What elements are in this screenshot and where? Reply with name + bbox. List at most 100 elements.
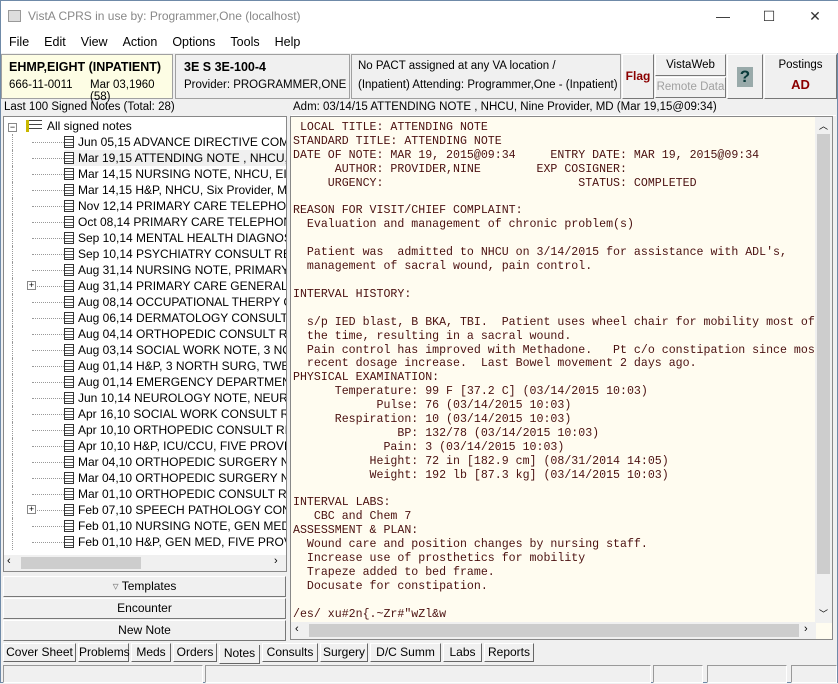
menu-help[interactable]: Help <box>267 31 308 49</box>
minimize-button[interactable]: — <box>700 1 746 31</box>
note-title: Sep 10,14 PSYCHIATRY CONSULT REPO <box>78 247 287 261</box>
note-title: Apr 10,10 ORTHOPEDIC CONSULT REPO <box>78 423 287 437</box>
expand-icon[interactable]: + <box>27 281 36 290</box>
notes-tree[interactable]: − All signed notes Jun 05,15 ADVANCE DIR… <box>3 116 287 572</box>
encounter-button[interactable]: Encounter <box>3 598 286 619</box>
note-list-item[interactable]: Sep 10,14 PSYCHIATRY CONSULT REPO <box>4 246 287 262</box>
patient-ssn: 666-11-0011 <box>9 79 73 91</box>
tab-cover-sheet[interactable]: Cover Sheet <box>3 643 76 662</box>
note-title: Feb 07,10 SPEECH PATHOLOGY CONSU <box>78 503 287 517</box>
location-button[interactable]: 3E S 3E-100-4 Provider: PROGRAMMER,ONE <box>175 54 350 99</box>
note-list-item[interactable]: Aug 03,14 SOCIAL WORK NOTE, 3 NORT <box>4 342 287 358</box>
note-list-item[interactable]: Nov 12,14 PRIMARY CARE TELEPHONE <box>4 198 286 214</box>
note-list-item[interactable]: Feb 01,10 H&P, GEN MED, FIVE PROVID <box>4 534 286 550</box>
note-icon <box>64 152 74 164</box>
remote-data-button[interactable]: Remote Data <box>655 77 726 98</box>
note-text-area[interactable]: LOCAL TITLE: ATTENDING NOTE STANDARD TIT… <box>290 116 833 640</box>
menu-file[interactable]: File <box>1 31 36 49</box>
vistaweb-button[interactable]: VistaWeb <box>655 54 726 76</box>
postings-button[interactable]: Postings AD <box>764 54 837 99</box>
tab-consults[interactable]: Consults <box>262 643 318 662</box>
tab-reports[interactable]: Reports <box>484 643 534 662</box>
note-list-item[interactable]: Jun 10,14 NEUROLOGY NOTE, NEUROL <box>4 390 286 406</box>
folder-tree-icon <box>26 120 43 132</box>
title-bar: VistA CPRS in use by: Programmer,One (lo… <box>1 1 838 31</box>
note-vertical-scrollbar[interactable]: ︿ ﹀ <box>815 117 832 623</box>
status-panel <box>205 665 651 683</box>
note-title: Aug 31,14 PRIMARY CARE GENERAL NO <box>78 279 287 293</box>
note-list-item[interactable]: Feb 01,10 NURSING NOTE, GEN MED, E <box>4 518 287 534</box>
note-icon <box>64 216 74 228</box>
note-list-item[interactable]: Aug 04,14 ORTHOPEDIC CONSULT REP <box>4 326 286 342</box>
tab-surgery[interactable]: Surgery <box>320 643 368 662</box>
scroll-left-icon[interactable]: ‹ <box>7 555 11 567</box>
note-icon <box>64 472 74 484</box>
scroll-thumb[interactable] <box>21 557 141 569</box>
collapse-icon[interactable]: − <box>8 123 17 132</box>
note-list-item[interactable]: Aug 08,14 OCCUPATIONAL THERPY COI <box>4 294 287 310</box>
note-list-item[interactable]: Aug 31,14 NURSING NOTE, PRIMARY CA <box>4 262 286 278</box>
note-list-item[interactable]: Mar 04,10 ORTHOPEDIC SURGERY NOT <box>4 470 286 486</box>
menu-view[interactable]: View <box>73 31 115 49</box>
question-icon: ? <box>737 67 753 87</box>
tab-orders[interactable]: Orders <box>173 643 217 662</box>
note-list-item[interactable]: Jun 05,15 ADVANCE DIRECTIVE COMPL <box>4 134 286 150</box>
templates-button[interactable]: ▿ Templates <box>3 576 286 597</box>
tab-d-c-summ[interactable]: D/C Summ <box>370 643 441 662</box>
note-title: Feb 01,10 NURSING NOTE, GEN MED, E <box>78 519 287 533</box>
menu-edit[interactable]: Edit <box>36 31 73 49</box>
maximize-button[interactable]: ☐ <box>746 1 792 31</box>
templates-label: Templates <box>121 579 177 593</box>
scroll-down-icon[interactable]: ﹀ <box>819 607 828 620</box>
menu-options[interactable]: Options <box>164 31 222 49</box>
postings-label: Postings <box>778 59 823 71</box>
scroll-thumb[interactable] <box>817 134 830 574</box>
note-icon <box>64 136 74 148</box>
note-list-item[interactable]: Sep 10,14 MENTAL HEALTH DIAGNOST <box>4 230 286 246</box>
note-list-item[interactable]: Mar 14,15 H&P, NHCU, Six Provider, MD <box>4 182 286 198</box>
scroll-right-icon[interactable]: › <box>274 555 278 567</box>
note-list-item[interactable]: Mar 04,10 ORTHOPEDIC SURGERY NOT <box>4 454 286 470</box>
tab-notes[interactable]: Notes <box>219 645 260 664</box>
tab-labs[interactable]: Labs <box>443 643 482 662</box>
scroll-thumb[interactable] <box>309 624 799 637</box>
note-title: Aug 03,14 SOCIAL WORK NOTE, 3 NORT <box>78 343 287 357</box>
status-panel <box>707 665 787 683</box>
scroll-right-icon[interactable]: › <box>804 623 808 635</box>
scroll-up-icon[interactable]: ︿ <box>819 119 828 132</box>
note-list-item[interactable]: Mar 01,10 ORTHOPEDIC CONSULT REP <box>4 486 286 502</box>
note-list-item[interactable]: Apr 10,10 ORTHOPEDIC CONSULT REPO <box>4 422 287 438</box>
note-list-item[interactable]: Oct 08,14 PRIMARY CARE TELEPHONE, <box>4 214 287 230</box>
close-button[interactable]: ✕ <box>792 1 838 31</box>
note-title: Aug 01,14 H&P, 3 NORTH SURG, TWENT <box>78 359 287 373</box>
tree-horizontal-scrollbar[interactable]: ‹ › <box>4 555 286 571</box>
note-list-item[interactable]: Apr 16,10 SOCIAL WORK CONSULT REF <box>4 406 286 422</box>
tab-meds[interactable]: Meds <box>131 643 171 662</box>
note-list-item[interactable]: Aug 06,14 DERMATOLOGY CONSULT RI <box>4 310 286 326</box>
note-title: Aug 08,14 OCCUPATIONAL THERPY COI <box>78 295 287 309</box>
note-icon <box>64 344 74 356</box>
help-button[interactable]: ? <box>727 54 763 99</box>
note-title: Oct 08,14 PRIMARY CARE TELEPHONE, <box>78 215 287 229</box>
menu-tools[interactable]: Tools <box>222 31 266 49</box>
new-note-button[interactable]: New Note <box>3 620 286 641</box>
tree-root[interactable]: − All signed notes <box>8 118 132 134</box>
expand-icon[interactable]: + <box>27 505 36 514</box>
menu-action[interactable]: Action <box>115 31 165 49</box>
note-list-item[interactable]: + Aug 31,14 PRIMARY CARE GENERAL NO <box>4 278 287 294</box>
note-horizontal-scrollbar[interactable]: ‹ › <box>291 622 816 639</box>
triangle-icon: ▿ <box>112 579 122 593</box>
tab-problems[interactable]: Problems <box>78 643 130 662</box>
note-icon <box>64 408 74 420</box>
note-list-item[interactable]: Mar 19,15 ATTENDING NOTE , NHCU, N <box>4 150 286 166</box>
scroll-left-icon[interactable]: ‹ <box>295 623 299 635</box>
note-list-item[interactable]: Aug 01,14 H&P, 3 NORTH SURG, TWENT <box>4 358 287 374</box>
flag-button[interactable]: Flag <box>622 54 654 99</box>
note-list-item[interactable]: + Feb 07,10 SPEECH PATHOLOGY CONSU <box>4 502 287 518</box>
patient-info-button[interactable]: EHMP,EIGHT (INPATIENT) 666-11-0011 Mar 0… <box>1 54 173 103</box>
note-list-item[interactable]: Apr 10,10 H&P, ICU/CCU, FIVE PROVIDE <box>4 438 286 454</box>
pact-button[interactable]: No PACT assigned at any VA location / (I… <box>351 54 621 99</box>
pact-line2: (Inpatient) Attending: Programmer,One - … <box>358 79 621 91</box>
note-list-item[interactable]: Mar 14,15 NURSING NOTE, NHCU, EIGH <box>4 166 286 182</box>
note-list-item[interactable]: Aug 01,14 EMERGENCY DEPARTMENT <box>4 374 286 390</box>
